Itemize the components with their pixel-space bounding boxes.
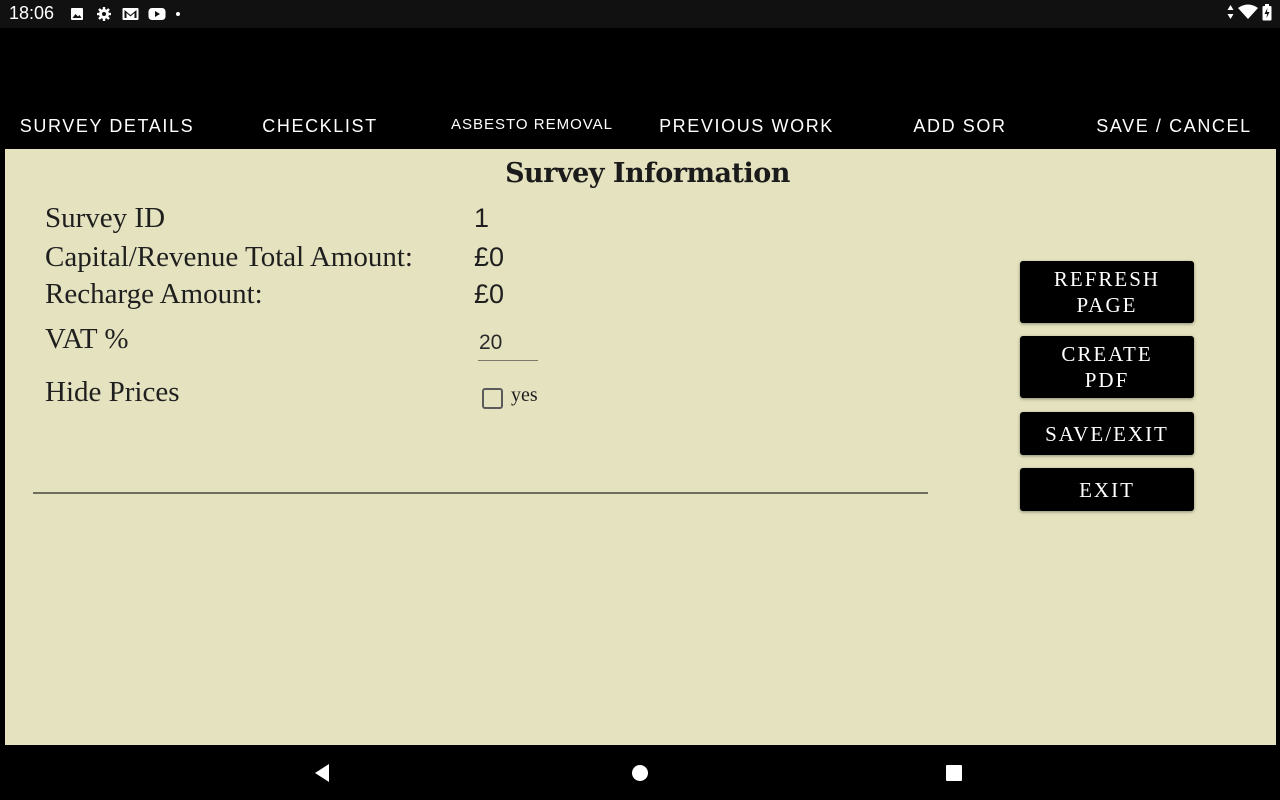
app-bar (0, 28, 1280, 102)
notification-icons (70, 6, 182, 22)
gmail-icon (122, 6, 139, 22)
recharge-label: Recharge Amount: (45, 278, 263, 310)
save-exit-button[interactable]: SAVE/EXIT (1020, 412, 1194, 455)
survey-id-label: Survey ID (45, 202, 166, 234)
hide-prices-label: Hide Prices (45, 376, 180, 408)
capital-revenue-label: Capital/Revenue Total Amount: (45, 241, 413, 273)
tab-save-cancel[interactable]: SAVE / CANCEL (1092, 102, 1256, 149)
back-icon[interactable] (298, 745, 346, 800)
refresh-page-button[interactable]: REFRESH PAGE (1020, 261, 1194, 323)
image-icon (70, 6, 87, 22)
wifi-icon (1238, 4, 1258, 24)
battery-icon (1262, 3, 1272, 25)
tab-add-sor[interactable]: ADD SOR (913, 102, 1007, 149)
youtube-icon (148, 6, 166, 22)
page-title: Survey Information (505, 158, 790, 189)
tab-asbesto-removal[interactable]: ASBESTO REMOVAL (450, 102, 614, 149)
hide-prices-checkbox-label[interactable]: yes (511, 384, 538, 407)
status-bar: 18:06 (0, 0, 1280, 28)
tab-bar: SURVEY DETAILS CHECKLIST ASBESTO REMOVAL… (0, 102, 1280, 149)
navigation-bar (0, 745, 1280, 800)
exit-button[interactable]: EXIT (1020, 468, 1194, 511)
tab-previous-work[interactable]: PREVIOUS WORK (659, 102, 834, 149)
create-pdf-button[interactable]: CREATE PDF (1020, 336, 1194, 398)
divider (33, 492, 928, 494)
survey-id-value: 1 (474, 203, 490, 233)
recents-icon[interactable] (930, 745, 978, 800)
tab-survey-details[interactable]: SURVEY DETAILS (18, 102, 196, 149)
home-icon[interactable] (616, 745, 664, 800)
dot-icon (174, 6, 182, 22)
data-arrows-icon (1227, 4, 1234, 24)
hide-prices-checkbox[interactable] (482, 388, 503, 409)
recharge-value: £0 (474, 279, 505, 309)
vat-input[interactable] (478, 325, 538, 361)
tab-checklist[interactable]: CHECKLIST (261, 102, 379, 149)
gear-icon (96, 6, 113, 22)
status-time: 18:06 (9, 3, 55, 23)
vat-label: VAT % (45, 323, 129, 355)
system-icons (1227, 3, 1272, 25)
survey-information-panel: Survey Information Survey ID 1 Capital/R… (5, 149, 1276, 745)
capital-revenue-value: £0 (474, 242, 505, 272)
